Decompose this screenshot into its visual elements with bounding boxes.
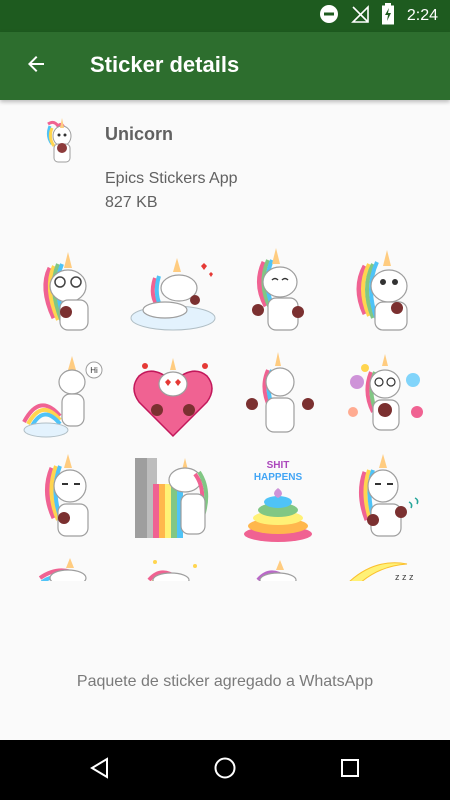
sticker-unicorn-poop[interactable]: SHIT HAPPENS (230, 454, 326, 544)
poop-text-line1: SHIT (267, 460, 290, 471)
app-bar: Sticker details (0, 32, 450, 100)
status-icons: 2:24 (319, 0, 438, 32)
added-to-whatsapp-message: Paquete de sticker agregado a WhatsApp (76, 673, 374, 690)
page-title: Sticker details (90, 52, 240, 77)
nav-home-button[interactable] (205, 750, 245, 790)
do-not-disturb-icon (319, 4, 339, 29)
nav-back-button[interactable] (80, 750, 120, 790)
pack-publisher: Epics Stickers App (105, 170, 238, 187)
pack-size: 827 KB (105, 194, 158, 211)
sticker-unicorn-sleeping-stars[interactable] (125, 554, 221, 581)
back-triangle-icon (89, 756, 111, 784)
sticker-unicorn-hi-rainbow[interactable]: Hi (20, 352, 116, 442)
recents-square-icon (339, 757, 361, 784)
pack-name: Unicorn (105, 124, 174, 144)
clock-time: 2:24 (406, 7, 438, 24)
sticker-unicorn-glasses[interactable] (20, 248, 116, 338)
poop-text-line2: HAPPENS (254, 472, 303, 483)
nav-recents-button[interactable] (330, 750, 370, 790)
sticker-unicorn-thumbs-up[interactable] (230, 248, 326, 338)
battery-charging-icon (381, 2, 395, 30)
no-signal-icon (350, 4, 369, 28)
navigation-bar (0, 740, 450, 800)
back-button[interactable] (14, 44, 58, 88)
sticker-unicorn-annoyed[interactable] (335, 454, 430, 544)
sticker-unicorn-cloud-love[interactable] (125, 248, 221, 338)
sticker-unicorn-shrug[interactable] (230, 352, 326, 442)
pack-tray-icon (40, 118, 82, 166)
sticker-unicorn-rainbow-vomit[interactable] (125, 454, 221, 544)
sticker-unicorn-heart[interactable] (125, 352, 221, 442)
sticker-unicorn-moon-sleep[interactable]: z z z (335, 554, 430, 581)
sticker-unicorn-smirk[interactable] (335, 248, 430, 338)
zzz-text: z z z (395, 572, 414, 581)
sticker-unicorn-thinking[interactable] (20, 454, 116, 544)
hi-text: Hi (90, 366, 98, 375)
sticker-unicorn-candy[interactable] (335, 352, 430, 442)
sticker-grid: Hi SHIT HAPPENS z z z (20, 248, 430, 581)
status-bar: 2:24 (0, 0, 450, 32)
sticker-unicorn-resting[interactable] (230, 554, 326, 581)
arrow-back-icon (24, 52, 48, 81)
sticker-unicorn-lying[interactable] (20, 554, 116, 581)
home-circle-icon (213, 756, 237, 785)
